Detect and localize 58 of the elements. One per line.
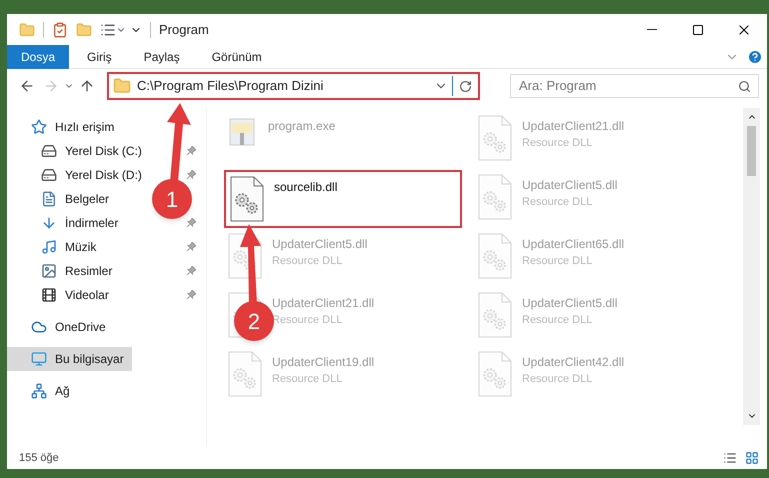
ribbon-tab[interactable]: Giriş (73, 44, 126, 68)
scrollbar[interactable] (743, 108, 760, 425)
download-icon (41, 215, 57, 231)
folder-icon (113, 77, 131, 95)
monitor-icon (31, 351, 47, 367)
file-gears-icon (478, 174, 512, 220)
file-name[interactable]: sourcelib.dll (274, 178, 338, 196)
help-icon[interactable] (747, 48, 763, 64)
sidebar-item[interactable]: Yerel Disk (C:) (7, 139, 150, 163)
file-gears-icon (230, 176, 264, 222)
sidebar-item[interactable]: Resimler (7, 259, 120, 283)
star-icon (31, 119, 47, 135)
ribbon-tab[interactable]: Paylaş (130, 44, 194, 68)
file-type: Resource DLL (272, 372, 344, 387)
file-gears-icon (478, 115, 512, 161)
large-icons-view-icon[interactable] (745, 451, 759, 465)
search-icon[interactable] (738, 80, 751, 93)
address-bar[interactable]: C:\Program Files\Program Dizini (107, 72, 480, 100)
checklist-icon[interactable] (52, 22, 68, 38)
ribbon-tab[interactable]: Dosya (7, 44, 70, 68)
network-icon (31, 383, 47, 399)
film-icon (41, 287, 57, 303)
file-type: Resource DLL (522, 372, 594, 387)
sidebar-item[interactable]: Ağ (7, 379, 78, 403)
maximize-icon (692, 24, 704, 36)
sidebar-item[interactable]: Müzik (7, 235, 104, 259)
properties-icon[interactable] (100, 22, 116, 38)
music-note-icon (41, 239, 57, 255)
address-path: C:\Program Files\Program Dizini (137, 77, 324, 96)
file-type: Resource DLL (522, 195, 594, 210)
document-icon (41, 191, 57, 207)
sidebar-item[interactable]: İndirmeler (7, 211, 126, 235)
file-type: Resource DLL (522, 254, 594, 269)
sidebar-item[interactable]: Hızlı erişim (7, 115, 122, 139)
picture-icon (41, 263, 57, 279)
file-type: Resource DLL (272, 254, 344, 269)
details-view-icon[interactable] (723, 451, 737, 465)
drive-icon (41, 143, 57, 159)
file-type: Resource DLL (522, 136, 594, 151)
sidebar-item[interactable]: OneDrive (7, 315, 114, 339)
window-title: Program (159, 20, 209, 39)
search-field[interactable]: Ara: Program (510, 74, 759, 98)
sidebar-item[interactable]: Videolar (7, 283, 117, 307)
file-gears-icon (478, 292, 512, 338)
drive-icon (41, 167, 57, 183)
cloud-icon (31, 319, 47, 335)
ribbon-tab[interactable]: Görünüm (198, 44, 276, 68)
file-gears-icon (478, 351, 512, 397)
scroll-thumb[interactable] (747, 126, 756, 176)
minimize-icon (647, 29, 657, 30)
file-gears-icon (228, 351, 262, 397)
refresh-icon[interactable] (459, 80, 472, 92)
sidebar-item[interactable]: Yerel Disk (D:) (7, 163, 150, 187)
item-count: 155 öğe (19, 450, 59, 466)
file-gears-icon (478, 233, 512, 279)
file-type: Resource DLL (522, 313, 594, 328)
sidebar-item[interactable]: Belgeler (7, 187, 118, 211)
sidebar-item[interactable]: Bu bilgisayar (7, 347, 132, 371)
